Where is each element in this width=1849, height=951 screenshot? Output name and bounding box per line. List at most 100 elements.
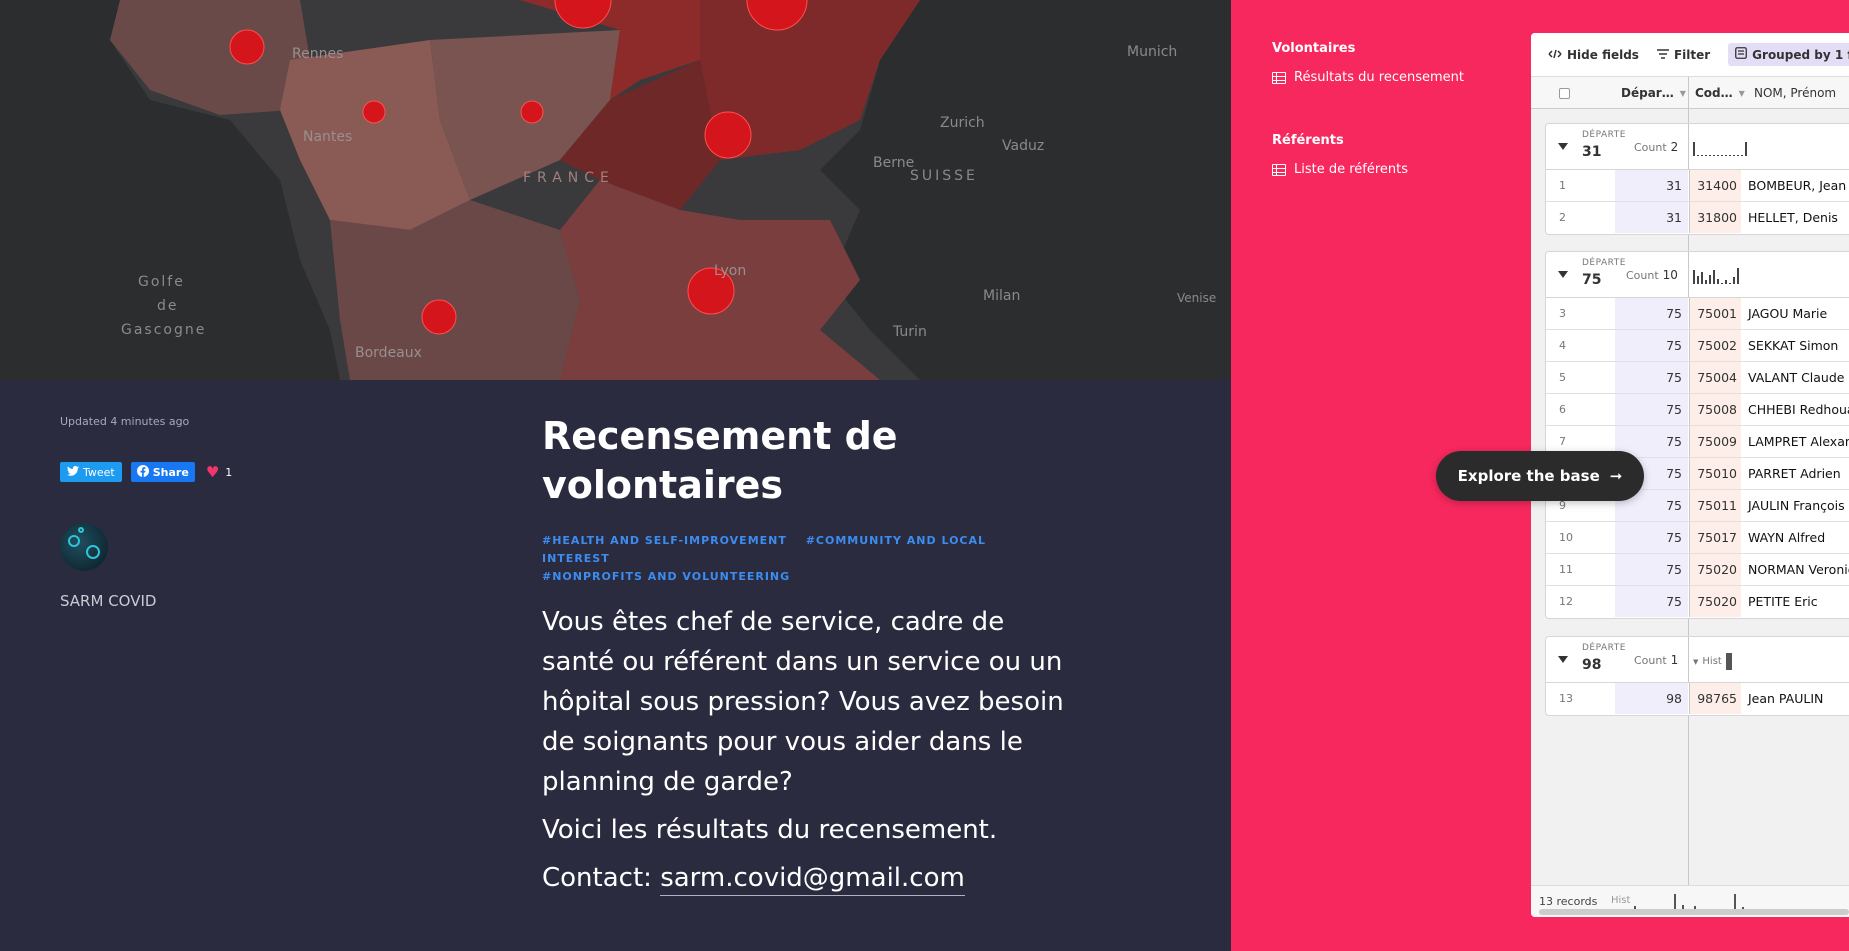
group-section: DÉPARTE 75 Count 10 3 75 75001 JAGOU Marie 4… xyxy=(1545,251,1849,619)
map-label-munich: Munich xyxy=(1127,44,1178,60)
nav-item-liste-referents[interactable]: Liste de référents xyxy=(1272,162,1408,177)
facebook-icon xyxy=(136,464,149,480)
table-row[interactable]: 13 98 98765 Jean PAULIN xyxy=(1546,683,1849,715)
filter-button[interactable]: Filter xyxy=(1656,47,1711,62)
table-row[interactable]: 1 31 31400 BOMBEUR, Jean xyxy=(1546,170,1849,202)
column-header-label: Dépar… xyxy=(1621,86,1674,100)
group-icon xyxy=(1735,47,1748,62)
share-label: Share xyxy=(152,465,189,479)
column-header-row: Dépar… ▼ Cod… ▼ NOM, Prénom xyxy=(1531,77,1849,109)
group-field-label: DÉPARTE xyxy=(1582,130,1626,140)
tag-link[interactable]: #HEALTH AND SELF-IMPROVEMENT xyxy=(542,534,787,547)
horizontal-scrollbar[interactable] xyxy=(1539,909,1849,915)
nav-section-volontaires: Volontaires Résultats du recensement xyxy=(1272,41,1464,85)
grid-toolbar: Hide fields Filter Grouped by 1 field xyxy=(1531,33,1849,77)
collapse-triangle-icon[interactable] xyxy=(1558,143,1568,150)
contact-line: Contact: sarm.covid@gmail.com xyxy=(542,858,1082,898)
group-section: DÉPARTE 98 Count 1 ▼ Hist 13 98 98765 Jean P… xyxy=(1545,636,1849,716)
description: Vous êtes chef de service, cadre de sant… xyxy=(542,602,1082,906)
table-row[interactable]: 117575020NORMAN Veronique xyxy=(1546,554,1849,586)
column-header-nom[interactable]: NOM, Prénom xyxy=(1754,77,1836,109)
table-row[interactable]: 10 75 75017 WAYN Alfred xyxy=(1546,522,1849,554)
table-icon xyxy=(1272,163,1286,176)
group-field-label: DÉPARTE xyxy=(1582,258,1626,268)
column-header-label: Cod… xyxy=(1695,86,1733,100)
table-icon xyxy=(1272,71,1286,84)
footer-hist-label[interactable]: Hist xyxy=(1611,895,1630,906)
record-count: 13 records xyxy=(1539,895,1598,908)
author-name[interactable]: SARM COVID xyxy=(60,592,156,610)
tweet-button[interactable]: Tweet xyxy=(60,462,122,482)
heart-icon: ♥ xyxy=(205,463,220,481)
map-label-zurich: Zurich xyxy=(940,115,985,131)
nav-section-referents: Référents Liste de référents xyxy=(1272,133,1408,177)
tag-link[interactable]: #NONPROFITS AND VOLUNTEERING xyxy=(542,570,790,583)
nav-item-resultats[interactable]: Résultats du recensement xyxy=(1272,70,1464,85)
group-value: 31 xyxy=(1582,144,1602,160)
share-button[interactable]: Share xyxy=(130,462,195,482)
updated-timestamp: Updated 4 minutes ago xyxy=(60,415,190,428)
group-count: Count 1 xyxy=(1634,653,1679,667)
nav-section-heading: Volontaires xyxy=(1272,41,1356,56)
group-value: 75 xyxy=(1582,272,1602,288)
group-count: Count 10 xyxy=(1626,268,1678,282)
nav-section-heading: Référents xyxy=(1272,133,1344,148)
collapse-triangle-icon[interactable] xyxy=(1558,656,1568,663)
group-button[interactable]: Grouped by 1 field xyxy=(1728,43,1849,66)
hide-fields-button[interactable]: Hide fields xyxy=(1548,48,1639,62)
map-label-bordeaux: Bordeaux xyxy=(355,345,422,361)
collapse-triangle-icon[interactable] xyxy=(1558,271,1568,278)
column-header-label: NOM, Prénom xyxy=(1754,86,1837,100)
social-buttons: Tweet Share ♥ 1 xyxy=(60,462,232,482)
map-label-turin: Turin xyxy=(893,324,927,340)
map-label-gascogne: Gascogne xyxy=(121,322,207,338)
email-link[interactable]: sarm.covid@gmail.com xyxy=(660,863,965,896)
map-label-nantes: Nantes xyxy=(303,129,353,145)
map-label-france: FRANCE xyxy=(523,170,615,186)
map-label-berne: Berne xyxy=(873,155,915,171)
map-label-rennes: Rennes xyxy=(292,46,344,62)
table-row[interactable]: 5 75 75004 VALANT Claude xyxy=(1546,362,1849,394)
map-label-de: de xyxy=(157,298,179,314)
map-label-vaduz: Vaduz xyxy=(1002,138,1045,154)
filter-label: Filter xyxy=(1673,47,1711,62)
map-label-lyon: Lyon xyxy=(714,263,747,279)
map-label-golfe: Golfe xyxy=(138,274,185,290)
table-row[interactable]: 3 75 75001 JAGOU Marie xyxy=(1546,298,1849,330)
chevron-down-icon: ▼ xyxy=(1738,88,1745,98)
description-paragraph: Vous êtes chef de service, cadre de sant… xyxy=(542,607,1064,797)
chevron-down-icon: ▼ xyxy=(1693,657,1699,666)
group-field-label: DÉPARTE xyxy=(1582,643,1626,653)
description-paragraph: Voici les résultats du recensement. xyxy=(542,815,998,845)
group-header[interactable]: DÉPARTE 75 Count 10 xyxy=(1546,252,1849,298)
page-title: Recensement de volontaires xyxy=(542,414,898,507)
summary-hist-selector[interactable]: ▼ Hist xyxy=(1693,653,1732,670)
tweet-label: Tweet xyxy=(83,465,115,479)
group-sparkline xyxy=(1693,266,1739,284)
avatar[interactable] xyxy=(60,523,108,571)
group-section: DÉPARTE 31 Count 2 1 31 31400 BOMBEUR, Jean … xyxy=(1545,123,1849,235)
group-value: 98 xyxy=(1582,657,1602,673)
map-label-milan: Milan xyxy=(983,288,1021,304)
table-row[interactable]: 2 31 31800 HELLET, Denis xyxy=(1546,202,1849,234)
table-row[interactable]: 12 75 75020 PETITE Eric xyxy=(1546,586,1849,618)
column-header-code[interactable]: Cod… ▼ xyxy=(1695,77,1745,109)
tag-list: #HEALTH AND SELF-IMPROVEMENT #COMMUNITY … xyxy=(542,532,1062,586)
like-count: 1 xyxy=(225,465,233,479)
group-label: Grouped by 1 field xyxy=(1752,47,1849,62)
filter-icon xyxy=(1656,48,1669,62)
hero-map: Rennes Nantes FRANCE Golfe de Gascogne B… xyxy=(0,0,1231,380)
like-button[interactable]: ♥ 1 xyxy=(206,463,232,481)
chevron-down-icon: ▼ xyxy=(1679,88,1686,98)
column-header-departement[interactable]: Dépar… ▼ xyxy=(1621,77,1686,109)
explore-base-button[interactable]: Explore the base ➞ xyxy=(1436,451,1644,501)
group-header[interactable]: DÉPARTE 31 Count 2 xyxy=(1546,124,1849,170)
table-row[interactable]: 4 75 75002 SEKKAT Simon xyxy=(1546,330,1849,362)
contact-prefix: Contact: xyxy=(542,863,661,893)
map-label-suisse: SUISSE xyxy=(910,168,978,184)
info-panel: Updated 4 minutes ago Tweet Share ♥ 1 SA… xyxy=(0,380,1231,951)
footer-histogram xyxy=(1694,892,1744,910)
table-row[interactable]: 67575008CHHEBI Redhouane xyxy=(1546,394,1849,426)
select-all-checkbox[interactable] xyxy=(1559,77,1570,109)
group-header[interactable]: DÉPARTE 98 Count 1 ▼ Hist xyxy=(1546,637,1849,683)
